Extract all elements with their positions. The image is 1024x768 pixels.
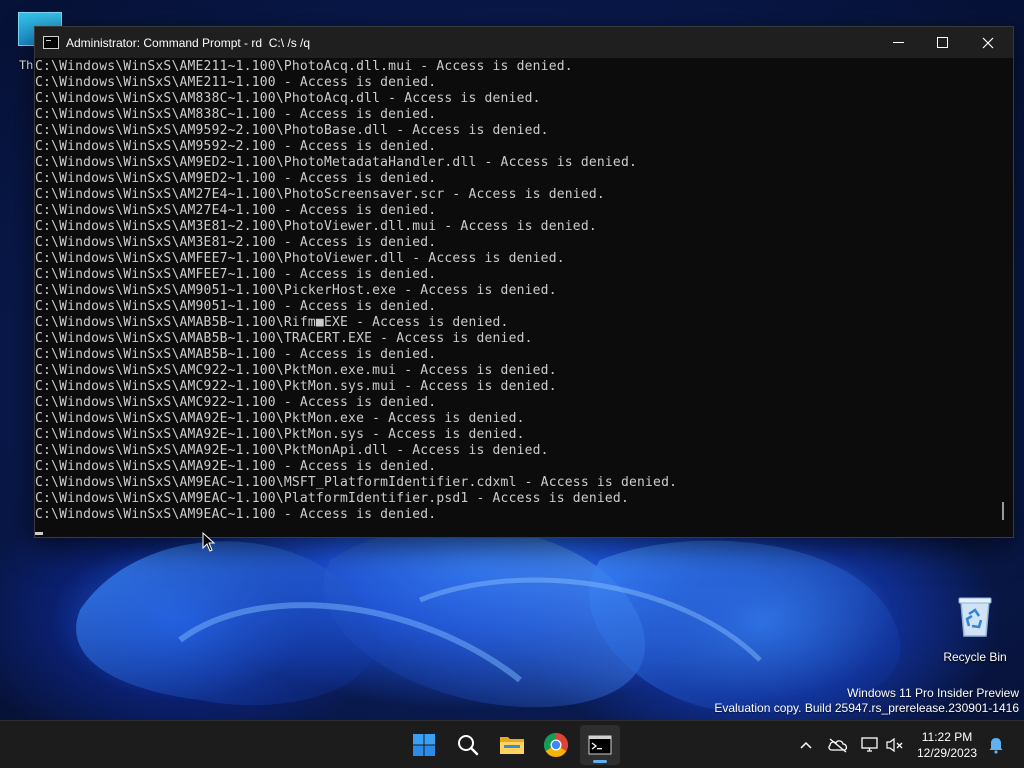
console-line: C:\Windows\WinSxS\AMA92E~1.100\PktMon.ex…: [35, 411, 525, 426]
network-tray-button[interactable]: [859, 734, 881, 756]
recycle-bin[interactable]: Recycle Bin: [940, 596, 1010, 664]
recycle-bin-icon: [957, 596, 993, 638]
chrome-button[interactable]: [536, 725, 576, 765]
watermark-line-1: Windows 11 Pro Insider Preview: [847, 686, 1019, 700]
console-line: C:\Windows\WinSxS\AM9ED2~1.100\PhotoMeta…: [35, 155, 637, 170]
terminal-icon: [43, 36, 59, 49]
console-line: C:\Windows\WinSxS\AM9EAC~1.100\MSFT_Plat…: [35, 475, 678, 490]
console-line: C:\Windows\WinSxS\AM838C~1.100 - Access …: [35, 107, 437, 122]
onedrive-icon: [828, 738, 848, 753]
taskbar-clock[interactable]: 11:22 PM 12/29/2023: [912, 729, 982, 761]
console-line: C:\Windows\WinSxS\AMC922~1.100 - Access …: [35, 395, 437, 410]
watermark-line-2: Evaluation copy. Build 25947.rs_prerelea…: [714, 701, 1019, 715]
onedrive-tray-button[interactable]: [827, 734, 849, 756]
console-line: C:\Windows\WinSxS\AMAB5B~1.100\Rifm■EXE …: [35, 315, 509, 330]
console-line: C:\Windows\WinSxS\AM3E81~2.100 - Access …: [35, 235, 437, 250]
network-icon: [861, 737, 878, 752]
console-line: C:\Windows\WinSxS\AM9EAC~1.100\PlatformI…: [35, 491, 629, 506]
clock-date: 12/29/2023: [916, 746, 978, 760]
file-explorer-button[interactable]: [492, 725, 532, 765]
close-icon: [982, 37, 994, 48]
minimize-button[interactable]: [875, 27, 921, 58]
desktop-shortcut-label: Th: [19, 58, 34, 72]
console-line: C:\Windows\WinSxS\AMC922~1.100\PktMon.ex…: [35, 363, 557, 378]
evaluation-watermark: Windows 11 Pro Insider Preview Evaluatio…: [714, 686, 1019, 716]
recycle-bin-label: Recycle Bin: [943, 650, 1007, 664]
console-line: C:\Windows\WinSxS\AMC922~1.100\PktMon.sy…: [35, 379, 557, 394]
console-line: C:\Windows\WinSxS\AM9592~2.100 - Access …: [35, 139, 437, 154]
console-line: C:\Windows\WinSxS\AMA92E~1.100 - Access …: [35, 459, 437, 474]
notification-center-button[interactable]: [985, 734, 1007, 756]
volume-tray-button[interactable]: [884, 734, 906, 756]
clock-time: 11:22 PM: [921, 730, 973, 744]
console-line: C:\Windows\WinSxS\AMA92E~1.100\PktMonApi…: [35, 443, 549, 458]
volume-muted-icon: [886, 737, 903, 753]
window-titlebar[interactable]: Administrator: Command Prompt - rd C:\ /…: [35, 27, 1013, 58]
show-hidden-icons-button[interactable]: [795, 734, 817, 756]
console-line: C:\Windows\WinSxS\AME211~1.100\PhotoAcq.…: [35, 59, 573, 74]
console-line: C:\Windows\WinSxS\AME211~1.100 - Access …: [35, 75, 437, 90]
taskbar: 11:22 PM 12/29/2023: [0, 720, 1024, 768]
minimize-icon: [892, 42, 904, 43]
command-prompt-taskbar-button[interactable]: [580, 725, 620, 765]
close-button[interactable]: [965, 27, 1011, 58]
console-line: C:\Windows\WinSxS\AM9051~1.100\PickerHos…: [35, 283, 557, 298]
console-line: C:\Windows\WinSxS\AMFEE7~1.100 - Access …: [35, 267, 437, 282]
scrollbar-thumb[interactable]: [1002, 502, 1004, 520]
search-button[interactable]: [448, 725, 488, 765]
command-prompt-window[interactable]: Administrator: Command Prompt - rd C:\ /…: [34, 26, 1014, 538]
console-line: C:\Windows\WinSxS\AM9051~1.100 - Access …: [35, 299, 437, 314]
console-line: C:\Windows\WinSxS\AMFEE7~1.100\PhotoView…: [35, 251, 565, 266]
console-lines: C:\Windows\WinSxS\AME211~1.100\PhotoAcq.…: [35, 58, 995, 523]
start-button[interactable]: [404, 725, 444, 765]
search-icon: [458, 735, 479, 756]
window-title: Administrator: Command Prompt - rd C:\ /…: [66, 35, 311, 50]
console-line: C:\Windows\WinSxS\AMAB5B~1.100\TRACERT.E…: [35, 331, 533, 346]
console-line: C:\Windows\WinSxS\AM9EAC~1.100 - Access …: [35, 507, 437, 522]
mouse-pointer-icon: [202, 532, 216, 552]
terminal-icon: [588, 735, 612, 755]
console-line: C:\Windows\WinSxS\AM3E81~2.100\PhotoView…: [35, 219, 597, 234]
console-line: C:\Windows\WinSxS\AMA92E~1.100\PktMon.sy…: [35, 427, 525, 442]
notification-bell-icon: [989, 738, 1003, 754]
active-app-indicator: [593, 760, 607, 763]
console-line: C:\Windows\WinSxS\AM9ED2~1.100 - Access …: [35, 171, 437, 186]
console-line: C:\Windows\WinSxS\AM27E4~1.100 - Access …: [35, 203, 437, 218]
chevron-up-icon: [800, 741, 812, 749]
windows-logo-icon: [413, 734, 435, 756]
maximize-icon: [936, 37, 948, 48]
text-cursor: [35, 532, 43, 535]
console-line: C:\Windows\WinSxS\AM9592~2.100\PhotoBase…: [35, 123, 549, 138]
folder-icon: [500, 737, 524, 754]
console-output[interactable]: C:\Windows\WinSxS\AME211~1.100\PhotoAcq.…: [35, 58, 995, 534]
chrome-icon: [543, 733, 569, 758]
maximize-button[interactable]: [919, 27, 965, 58]
console-line: C:\Windows\WinSxS\AM838C~1.100\PhotoAcq.…: [35, 91, 541, 106]
console-line: C:\Windows\WinSxS\AMAB5B~1.100 - Access …: [35, 347, 437, 362]
console-line: C:\Windows\WinSxS\AM27E4~1.100\PhotoScre…: [35, 187, 605, 202]
